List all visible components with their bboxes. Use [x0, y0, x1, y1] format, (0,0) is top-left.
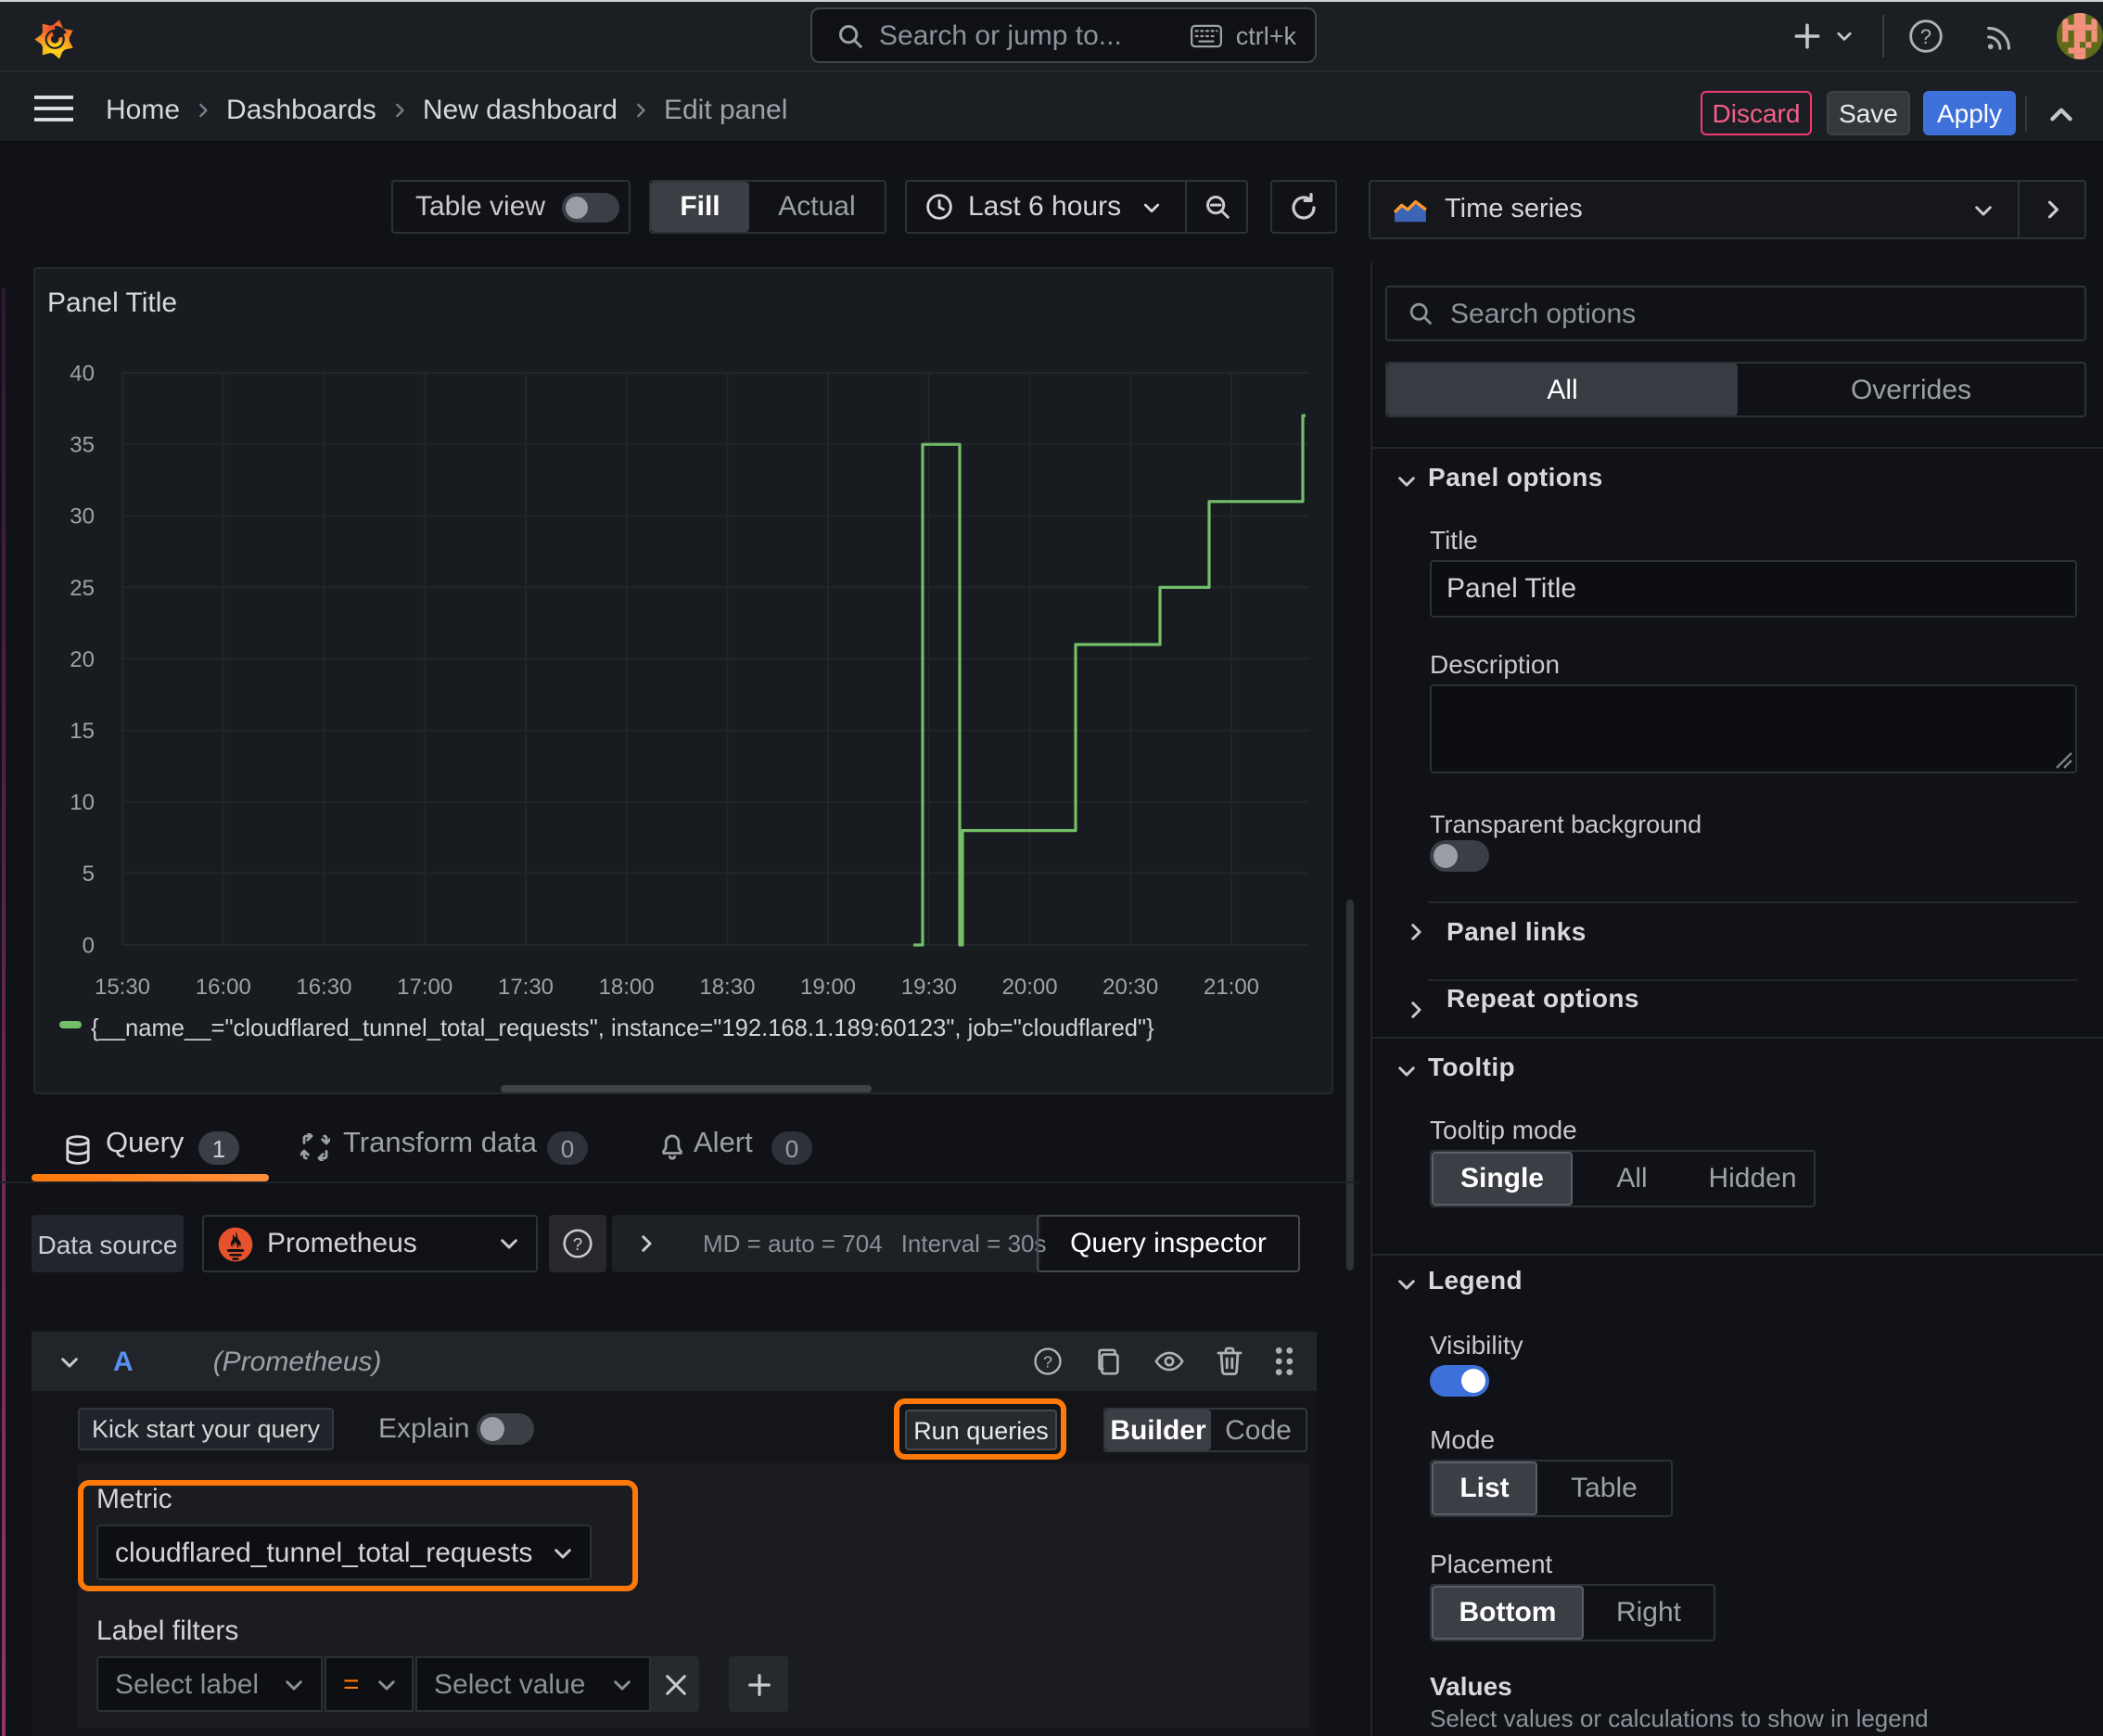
svg-text:?: ?	[573, 1234, 582, 1254]
svg-text:Panel Title: Panel Title	[47, 287, 177, 318]
svg-text:21:00: 21:00	[1204, 975, 1259, 1000]
svg-text:40: 40	[70, 361, 95, 386]
svg-text:20:00: 20:00	[1002, 975, 1058, 1000]
svg-text:18:30: 18:30	[699, 975, 755, 1000]
svg-text:17:00: 17:00	[397, 975, 452, 1000]
svg-text:0: 0	[83, 933, 95, 958]
svg-text:5: 5	[83, 862, 95, 887]
svg-text:15: 15	[70, 719, 95, 744]
svg-text:25: 25	[70, 576, 95, 601]
svg-text:?: ?	[1920, 25, 1931, 48]
svg-text:?: ?	[1043, 1352, 1052, 1371]
svg-text:10: 10	[70, 790, 95, 815]
svg-text:20: 20	[70, 647, 95, 672]
svg-text:17:30: 17:30	[498, 975, 554, 1000]
svg-text:16:30: 16:30	[296, 975, 351, 1000]
svg-text:15:30: 15:30	[95, 975, 150, 1000]
svg-text:35: 35	[70, 433, 95, 458]
svg-text:18:00: 18:00	[599, 975, 655, 1000]
svg-text:16:00: 16:00	[196, 975, 251, 1000]
svg-text:19:30: 19:30	[901, 975, 957, 1000]
svg-text:30: 30	[70, 504, 95, 530]
svg-text:{__name__="cloudflared_tunnel_: {__name__="cloudflared_tunnel_total_requ…	[91, 1015, 1154, 1041]
svg-text:19:00: 19:00	[800, 975, 856, 1000]
svg-text:20:30: 20:30	[1102, 975, 1158, 1000]
